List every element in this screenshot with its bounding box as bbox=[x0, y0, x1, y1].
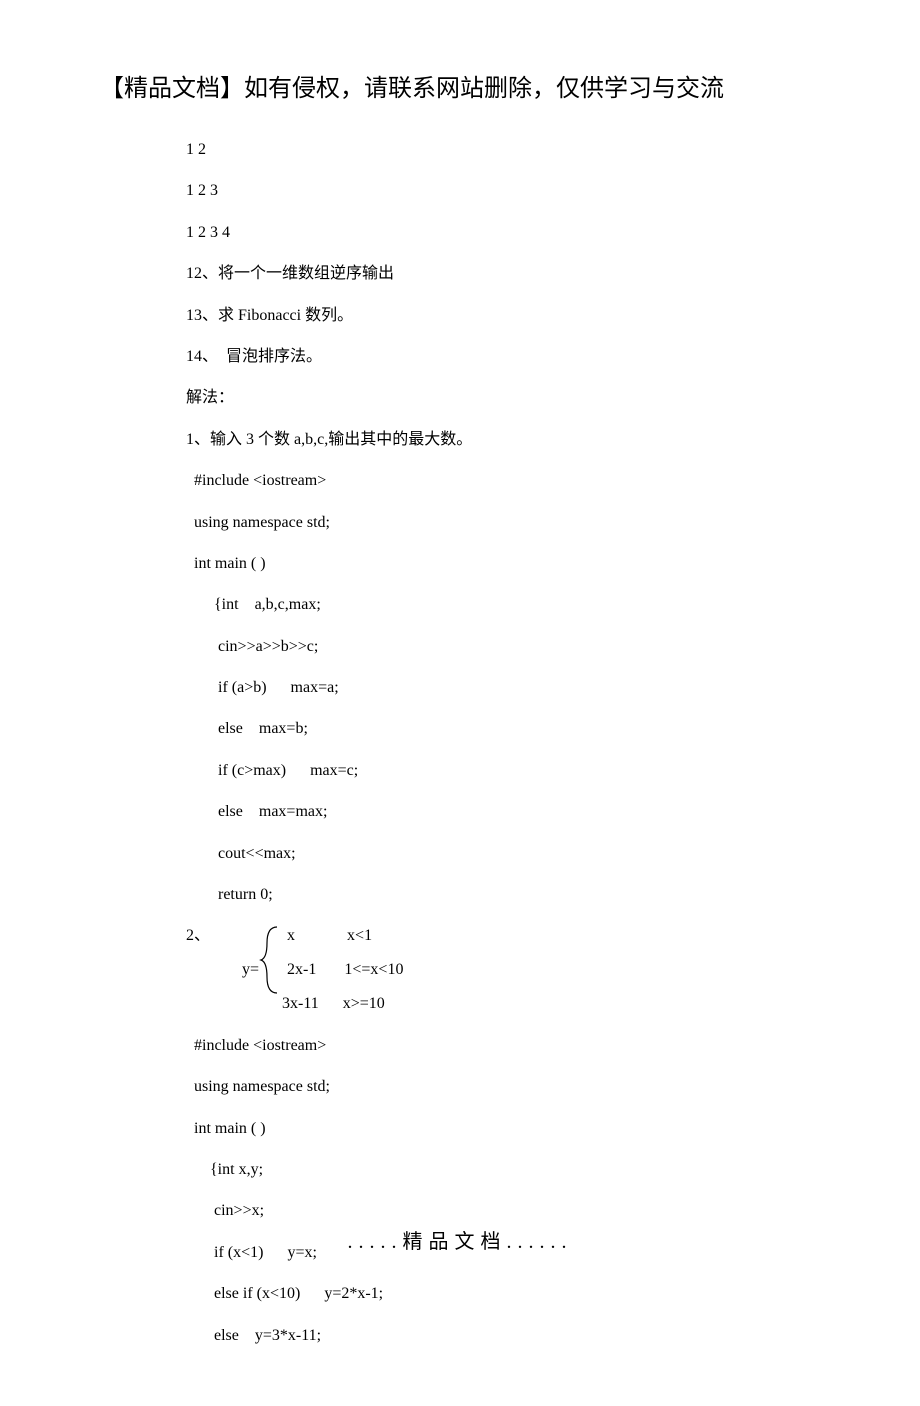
text-line: 1、输入 3 个数 a,b,c,输出其中的最大数。 bbox=[186, 429, 820, 451]
code-line: using namespace std; bbox=[186, 512, 820, 534]
document-page: 【精品文档】如有侵权，请联系网站删除，仅供学习与交流 1 2 1 2 3 1 2… bbox=[0, 0, 920, 1406]
text-line: 1 2 3 bbox=[186, 180, 820, 202]
code-line: cin>>a>>b>>c; bbox=[186, 636, 820, 658]
code-line: #include <iostream> bbox=[186, 1035, 820, 1057]
piecewise-row: x x<1 bbox=[287, 925, 403, 959]
piecewise-row: 2x-1 1<=x<10 bbox=[287, 959, 403, 993]
problem-number: 2、 bbox=[186, 925, 210, 947]
code-line: else max=max; bbox=[186, 801, 820, 823]
code-line: int main ( ) bbox=[186, 1118, 820, 1140]
code-line: cout<<max; bbox=[186, 843, 820, 865]
text-line: 13、求 Fibonacci 数列。 bbox=[186, 305, 820, 327]
code-line: cin>>x; bbox=[186, 1200, 820, 1222]
code-line: {int x,y; bbox=[186, 1159, 820, 1181]
code-line: if (a>b) max=a; bbox=[186, 677, 820, 699]
code-line: {int a,b,c,max; bbox=[186, 594, 820, 616]
piecewise-row: 3x-11 x>=10 bbox=[186, 993, 820, 1015]
brace-icon bbox=[259, 925, 281, 995]
text-line: 1 2 bbox=[186, 139, 820, 161]
page-title: 【精品文档】如有侵权，请联系网站删除，仅供学习与交流 bbox=[100, 68, 820, 103]
code-line: else max=b; bbox=[186, 718, 820, 740]
document-body: 1 2 1 2 3 1 2 3 4 12、将一个一维数组逆序输出 13、求 Fi… bbox=[100, 139, 820, 1347]
piecewise-block: 2、 y= x x<1 2x-1 1<=x<10 3x-11 bbox=[186, 925, 820, 1015]
text-line: 1 2 3 4 bbox=[186, 222, 820, 244]
left-brace: x x<1 2x-1 1<=x<10 bbox=[259, 925, 403, 993]
code-line: if (c>max) max=c; bbox=[186, 760, 820, 782]
page-footer: .....精品文档...... bbox=[0, 1225, 920, 1254]
code-line: int main ( ) bbox=[186, 553, 820, 575]
code-line: #include <iostream> bbox=[186, 470, 820, 492]
code-line: else if (x<10) y=2*x-1; bbox=[186, 1283, 820, 1305]
code-line: return 0; bbox=[186, 884, 820, 906]
y-equals: y= bbox=[210, 925, 259, 981]
code-line: else y=3*x-11; bbox=[186, 1325, 820, 1347]
text-line: 14、 冒泡排序法。 bbox=[186, 346, 820, 368]
text-line: 12、将一个一维数组逆序输出 bbox=[186, 263, 820, 285]
code-line: using namespace std; bbox=[186, 1076, 820, 1098]
text-line: 解法： bbox=[186, 387, 820, 409]
